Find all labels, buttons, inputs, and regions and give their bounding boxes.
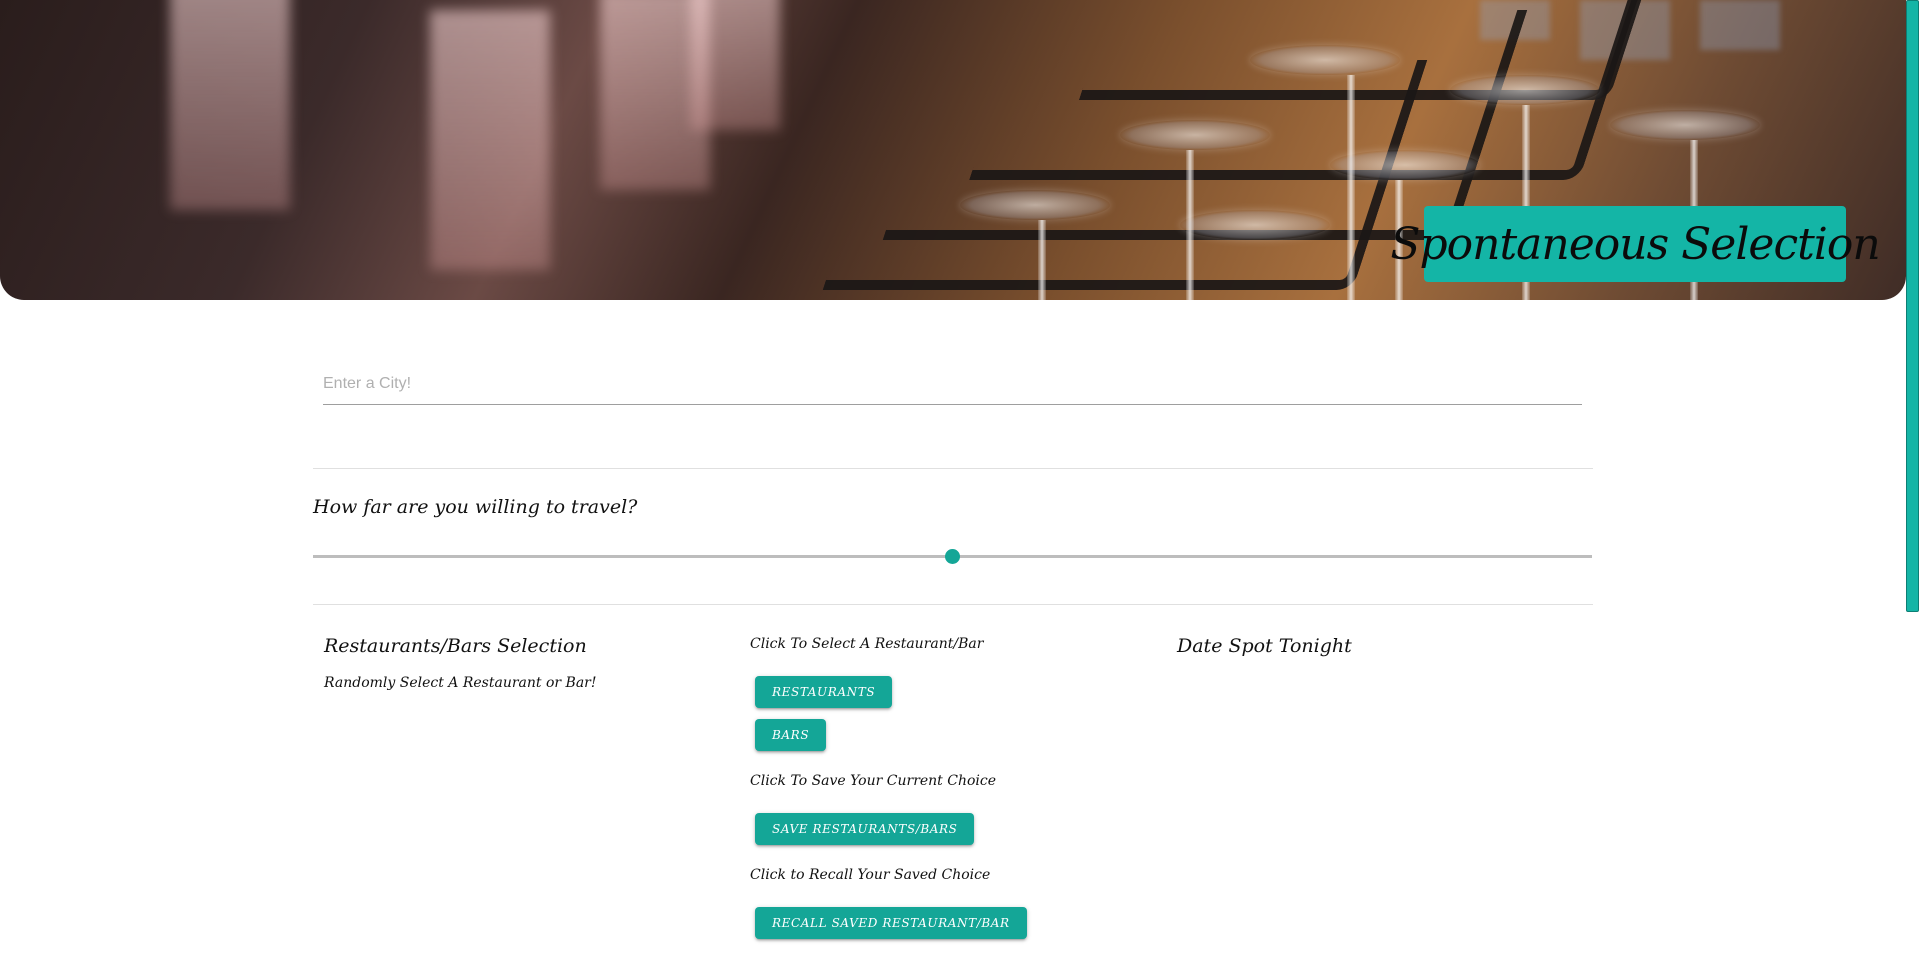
recall-prompt: Click to Recall Your Saved Choice (750, 867, 991, 883)
selection-subtext: Randomly Select A Restaurant or Bar! (324, 675, 597, 691)
divider (313, 604, 1593, 605)
site-title-badge: Spontaneous Selection (1390, 206, 1881, 282)
city-search-input[interactable] (323, 364, 1582, 405)
divider (313, 468, 1593, 469)
selection-heading: Restaurants/Bars Selection (324, 635, 587, 657)
bars-button[interactable]: Bars (755, 719, 827, 751)
travel-distance-heading: How far are you willing to travel? (313, 496, 638, 518)
save-prompt: Click To Save Your Current Choice (750, 773, 997, 789)
recall-choice-button[interactable]: Recall Saved Restaurant/Bar (755, 907, 1027, 939)
page-scrollbar[interactable] (1906, 0, 1920, 969)
travel-distance-slider-thumb[interactable] (945, 549, 960, 564)
restaurants-button[interactable]: Restaurants (755, 676, 893, 708)
page: Spontaneous Selection How far are you wi… (0, 0, 1920, 969)
scrollbar-thumb[interactable] (1906, 0, 1919, 612)
save-choice-button[interactable]: Save Restaurants/Bars (755, 813, 975, 845)
select-prompt: Click To Select A Restaurant/Bar (750, 636, 984, 652)
site-title: Spontaneous Selection (1390, 218, 1880, 270)
result-heading: Date Spot Tonight (1177, 635, 1352, 657)
